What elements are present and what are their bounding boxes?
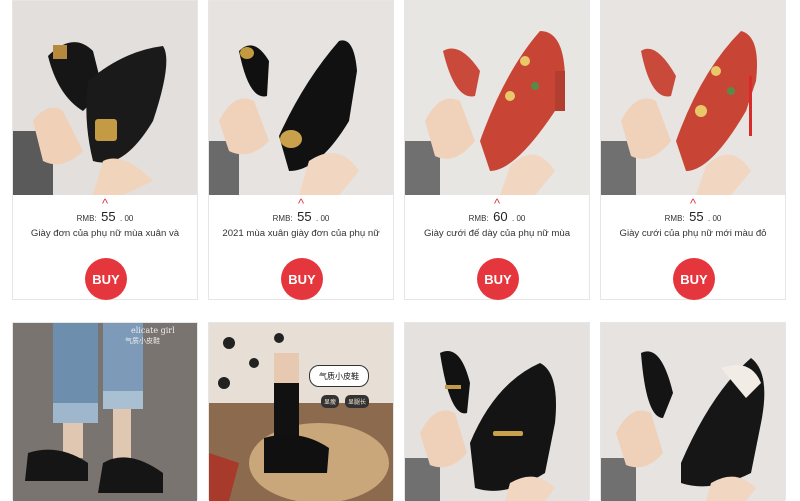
shoe-image-icon — [405, 323, 589, 501]
shoe-image-icon — [209, 1, 393, 195]
product-name[interactable]: 2021 mùa xuân giày đơn của phụ nữ — [209, 228, 393, 239]
product-photo[interactable] — [209, 1, 393, 195]
caret-up-icon: ^ — [493, 196, 501, 211]
product-card[interactable]: ^ RMB: 55 . 00 2021 mùa xuân giày đơn củ… — [208, 0, 394, 300]
overlay-subtext: 气质小皮鞋 — [125, 337, 160, 345]
price-cents: . 00 — [316, 214, 330, 223]
price-value: 60 — [493, 209, 508, 224]
product-photo[interactable] — [13, 1, 197, 195]
price-label: RMB: — [468, 214, 489, 223]
product-photo[interactable] — [405, 1, 589, 195]
price-label: RMB: — [272, 214, 293, 223]
product-photo[interactable] — [601, 1, 785, 195]
price-cents: . 00 — [120, 214, 134, 223]
product-card[interactable] — [404, 322, 590, 501]
price-cents: . 00 — [708, 214, 722, 223]
product-photo[interactable]: elicate girl 气质小皮鞋 — [13, 323, 197, 501]
buy-button[interactable]: BUY — [477, 258, 519, 300]
price-value: 55 — [101, 209, 116, 224]
price-label: RMB: — [76, 214, 97, 223]
buy-button[interactable]: BUY — [85, 258, 127, 300]
price-value: 55 — [689, 209, 704, 224]
shoe-image-icon — [601, 323, 785, 501]
product-photo[interactable] — [405, 323, 589, 501]
price-cents: . 00 — [512, 214, 526, 223]
product-name[interactable]: Giày đơn của phụ nữ mùa xuân và — [13, 228, 197, 239]
product-card[interactable]: ^ RMB: 55 . 00 Giày cưới của phụ nữ mới … — [600, 0, 786, 300]
product-card[interactable]: elicate girl 气质小皮鞋 — [12, 322, 198, 501]
shoe-image-icon — [209, 323, 393, 501]
product-card[interactable]: ^ RMB: 60 . 00 Giày cưới đế dày của phụ … — [404, 0, 590, 300]
tag-badge: 显腿长 — [345, 395, 370, 408]
price-value: 55 — [297, 209, 312, 224]
caret-up-icon: ^ — [297, 196, 305, 211]
product-card[interactable]: ^ RMB: 55 . 00 Giày đơn của phụ nữ mùa x… — [12, 0, 198, 300]
caret-up-icon: ^ — [689, 196, 697, 211]
shoe-image-icon — [405, 1, 589, 195]
price-label: RMB: — [664, 214, 685, 223]
overlay-bubble: 气质小皮鞋 — [309, 365, 369, 387]
caret-up-icon: ^ — [101, 196, 109, 211]
shoe-image-icon — [601, 1, 785, 195]
product-photo[interactable]: 气质小皮鞋 显瘦 显腿长 — [209, 323, 393, 501]
overlay-text: elicate girl — [131, 326, 175, 335]
shoe-image-icon — [13, 323, 197, 501]
product-card[interactable]: 气质小皮鞋 显瘦 显腿长 — [208, 322, 394, 501]
product-photo[interactable] — [601, 323, 785, 501]
product-name[interactable]: Giày cưới của phụ nữ mới màu đỏ — [601, 228, 785, 239]
buy-button[interactable]: BUY — [281, 258, 323, 300]
tag-badge: 显瘦 — [321, 395, 340, 408]
product-card[interactable] — [600, 322, 786, 501]
shoe-image-icon — [13, 1, 197, 195]
buy-button[interactable]: BUY — [673, 258, 715, 300]
product-name[interactable]: Giày cưới đế dày của phụ nữ mùa — [405, 228, 589, 239]
